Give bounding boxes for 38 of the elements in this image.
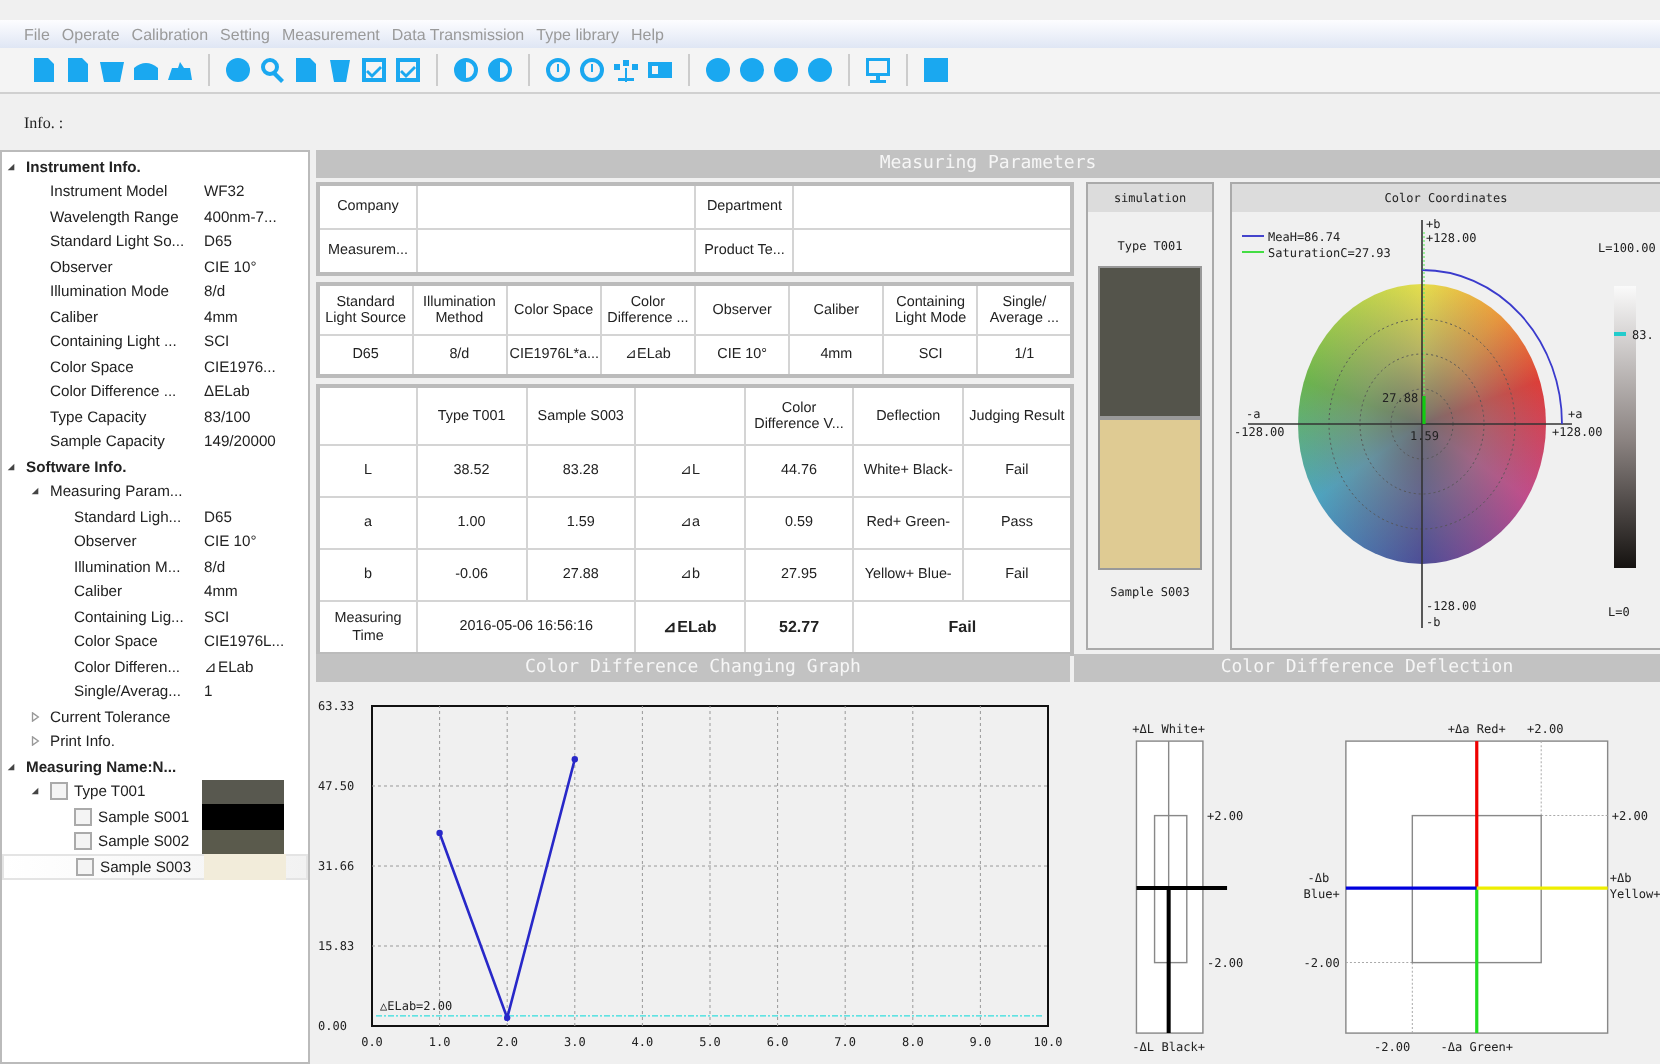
card-icon[interactable] (646, 56, 674, 84)
saturation-line (1422, 396, 1426, 424)
monitor-icon[interactable] (864, 56, 892, 84)
checkbox[interactable] (50, 782, 68, 801)
data-point (436, 829, 443, 837)
legend-line (1241, 235, 1265, 237)
data-point (504, 1014, 511, 1022)
info-label: Info. : (24, 113, 64, 131)
document-icon[interactable] (64, 56, 92, 84)
folder-icon[interactable] (98, 56, 126, 84)
checkbox[interactable] (74, 832, 92, 851)
disc-icon[interactable] (806, 56, 834, 84)
checkbox[interactable] (76, 857, 94, 876)
legend-line (1241, 251, 1265, 253)
expanded-arrow-icon[interactable] (30, 786, 40, 797)
gauge-icon[interactable] (578, 56, 606, 84)
expanded-arrow-icon[interactable] (6, 461, 16, 472)
expanded-arrow-icon[interactable] (6, 761, 16, 772)
data-point (571, 756, 578, 763)
cup-icon[interactable] (326, 56, 354, 84)
document-icon[interactable] (292, 56, 320, 84)
blank-header-cell (635, 386, 745, 445)
search-icon[interactable] (258, 56, 286, 84)
disc-icon[interactable] (772, 56, 800, 84)
checkbox-icon[interactable] (394, 56, 422, 84)
disc-icon[interactable] (224, 56, 252, 84)
disc-icon[interactable] (738, 56, 766, 84)
corner-cell (318, 386, 417, 445)
dots-icon[interactable] (612, 56, 640, 84)
collapsed-arrow-icon[interactable] (30, 736, 40, 747)
collapsed-arrow-icon[interactable] (30, 711, 40, 722)
document-icon[interactable] (30, 56, 58, 84)
checkbox[interactable] (74, 807, 92, 826)
gauge-icon[interactable] (544, 56, 572, 84)
expanded-arrow-icon[interactable] (30, 486, 40, 497)
checkbox-icon[interactable] (360, 56, 388, 84)
disc-icon[interactable] (704, 56, 732, 84)
expanded-arrow-icon[interactable] (6, 161, 16, 172)
